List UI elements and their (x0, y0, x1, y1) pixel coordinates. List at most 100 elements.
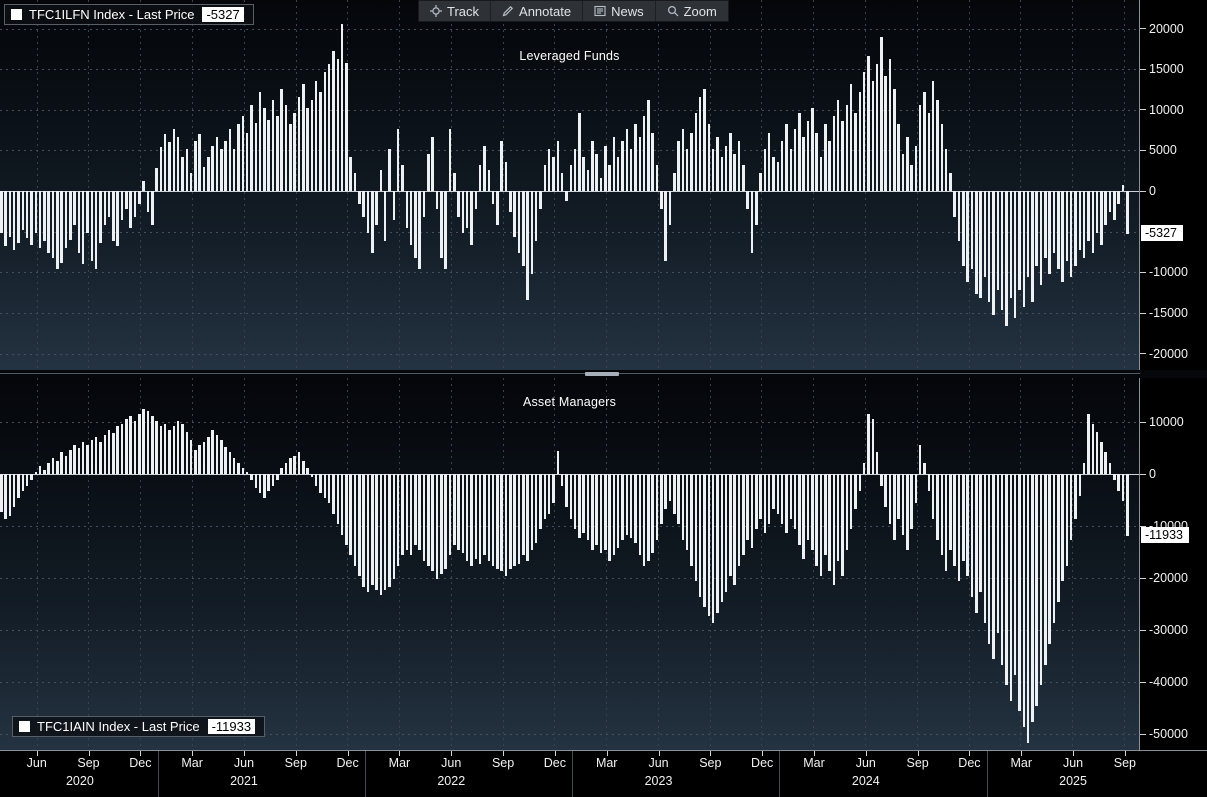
bar (302, 83, 305, 192)
bar (802, 137, 805, 192)
bar (125, 419, 128, 475)
bar (836, 100, 840, 192)
bar (77, 191, 81, 253)
bar (1117, 191, 1120, 205)
bar (638, 137, 642, 192)
bar (789, 474, 793, 519)
bar (258, 474, 262, 493)
bar (1000, 474, 1004, 665)
bar (405, 474, 409, 551)
bar (474, 191, 478, 209)
bar (849, 83, 853, 192)
panel-divider (0, 370, 1207, 378)
news-button[interactable]: News (583, 1, 656, 21)
bar (107, 429, 111, 475)
news-icon (594, 5, 606, 17)
bar (565, 474, 568, 507)
bar (526, 474, 529, 561)
bar (841, 121, 844, 192)
bar (202, 166, 206, 192)
bar (616, 474, 620, 549)
bar (918, 104, 922, 192)
bar (133, 191, 137, 218)
panel-divider-handle[interactable] (585, 372, 619, 376)
bar (828, 140, 831, 192)
bar (996, 191, 1000, 291)
bar (560, 173, 564, 192)
bar (1108, 462, 1112, 475)
x-year-label: 2023 (644, 774, 673, 788)
bar (86, 445, 89, 475)
bar (867, 413, 870, 475)
bar (798, 474, 801, 546)
bar (845, 104, 849, 192)
bar (250, 104, 253, 192)
bar (664, 191, 667, 261)
bar (604, 145, 607, 192)
bar (888, 59, 892, 192)
bar (729, 474, 732, 577)
year-separator (779, 751, 781, 797)
bar (151, 416, 154, 475)
bar (159, 147, 163, 192)
annotate-button[interactable]: Annotate (491, 1, 584, 21)
bar (17, 191, 20, 244)
bar (871, 419, 874, 475)
series-swatch (11, 9, 22, 20)
bar (319, 474, 322, 493)
chart-plot-leveraged-funds[interactable]: Leveraged Funds TFC1ILFN Index - Last Pr… (0, 0, 1140, 370)
bar (534, 191, 538, 242)
annotate-button-label: Annotate (519, 3, 572, 19)
bar (642, 116, 646, 192)
vertical-gridline (295, 378, 297, 750)
legend-leveraged-funds[interactable]: TFC1ILFN Index - Last Price -5327 (4, 4, 254, 25)
bar (1126, 191, 1129, 235)
bar (1069, 191, 1073, 278)
bar (910, 165, 913, 192)
bar (655, 165, 659, 192)
bar (1048, 191, 1051, 274)
zoom-button[interactable]: Zoom (656, 1, 728, 21)
bar (798, 113, 801, 192)
bar (448, 474, 452, 556)
bar (1074, 474, 1077, 519)
bar (780, 140, 784, 192)
bar (685, 148, 689, 192)
bar (371, 474, 374, 585)
bar (47, 191, 50, 253)
bar (517, 191, 521, 253)
bar (763, 474, 767, 533)
legend-asset-managers[interactable]: TFC1IAIN Index - Last Price -11933 (12, 716, 266, 737)
magnifier-icon (667, 5, 679, 17)
bar (461, 474, 465, 554)
bar (569, 165, 572, 192)
y-tick-label: 20000 (1140, 21, 1184, 37)
bar (517, 474, 521, 564)
bar (383, 191, 387, 242)
bar (936, 474, 939, 540)
bar (440, 474, 443, 575)
bar (1082, 191, 1086, 258)
year-separator (157, 751, 159, 797)
bar (547, 148, 551, 192)
bar (8, 474, 12, 516)
bar (427, 153, 430, 192)
bar (767, 132, 771, 191)
bar (694, 113, 698, 192)
bar (871, 80, 874, 192)
bar (629, 148, 633, 192)
bar (931, 80, 935, 192)
bar (340, 474, 344, 535)
x-tick-label: Mar (1010, 756, 1033, 770)
bar (470, 474, 473, 566)
bar (556, 140, 560, 192)
y-tick-label: 15000 (1140, 61, 1184, 77)
bar (755, 474, 758, 530)
bar (25, 191, 29, 239)
chart-plot-asset-managers[interactable]: Asset Managers TFC1IAIN Index - Last Pri… (0, 378, 1140, 750)
x-tick-label: Dec (336, 756, 359, 770)
bar (966, 474, 969, 577)
bar (284, 104, 288, 192)
bar (668, 191, 672, 226)
track-button[interactable]: Track (419, 1, 492, 21)
